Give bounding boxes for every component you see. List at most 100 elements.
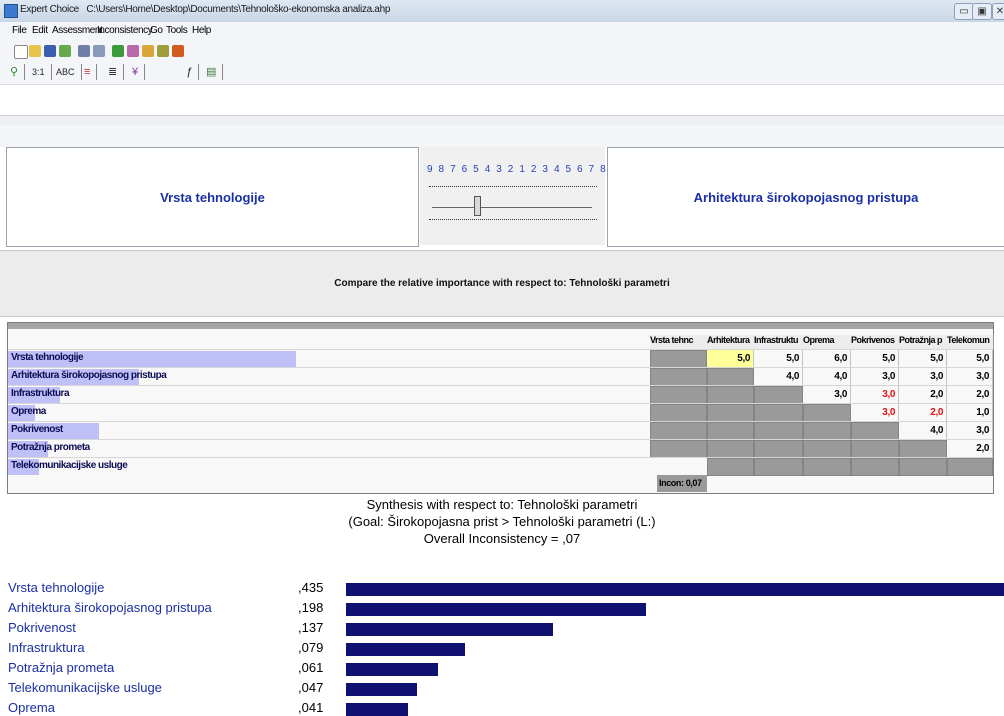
matrix-cell[interactable]: 2,0 — [947, 386, 993, 404]
matrix-cell[interactable] — [803, 458, 851, 476]
new-file-icon[interactable] — [14, 45, 28, 59]
matrix-column-header[interactable]: Oprema — [803, 335, 852, 350]
preview-icon[interactable] — [93, 45, 105, 57]
matrix-cell[interactable] — [650, 404, 707, 422]
matrix-cell[interactable]: 5,0 — [851, 350, 899, 368]
menu-go[interactable]: Go — [150, 25, 163, 36]
matrix-cell[interactable]: 3,0 — [803, 386, 851, 404]
tab-graphical-icon[interactable]: ≡ — [82, 64, 98, 80]
matrix-row[interactable]: Potražnja prometa 2,0 — [8, 439, 993, 458]
matrix-cell[interactable]: 3,0 — [851, 404, 899, 422]
open-folder-icon[interactable] — [29, 45, 41, 57]
matrix-cell[interactable]: 3,0 — [899, 368, 947, 386]
matrix-cell[interactable] — [650, 350, 707, 368]
matrix-cell[interactable] — [650, 386, 707, 404]
matrix-cell[interactable] — [650, 440, 707, 458]
menu-bar: File Edit Assessment Inconsistency Go To… — [0, 22, 1004, 42]
matrix-column-header[interactable]: Vrsta tehnc — [650, 335, 708, 350]
close-button[interactable]: ✕ — [992, 3, 1004, 20]
menu-assessment[interactable]: Assessment — [52, 25, 103, 36]
matrix-cell[interactable]: 4,0 — [803, 368, 851, 386]
matrix-cell[interactable] — [754, 422, 803, 440]
matrix-cell[interactable] — [754, 440, 803, 458]
matrix-cell[interactable]: 4,0 — [754, 368, 803, 386]
matrix-row[interactable]: Oprema 3,0 2,0 1,0 — [8, 403, 993, 422]
matrix-cell[interactable]: 3,0 — [947, 368, 993, 386]
menu-file[interactable]: File — [12, 25, 27, 36]
person-icon[interactable] — [157, 45, 169, 57]
matrix-cell[interactable] — [707, 458, 754, 476]
menu-tools[interactable]: Tools — [166, 25, 188, 36]
matrix-cell[interactable]: 5,0 — [899, 350, 947, 368]
matrix-cell[interactable] — [754, 404, 803, 422]
menu-inconsistency[interactable]: Inconsistency — [97, 25, 153, 36]
matrix-cell[interactable] — [803, 404, 851, 422]
arrow-icon[interactable] — [172, 45, 184, 57]
menu-help[interactable]: Help — [192, 25, 211, 36]
menu-edit[interactable]: Edit — [32, 25, 48, 36]
matrix-cell[interactable] — [650, 368, 707, 386]
check-icon[interactable] — [59, 45, 71, 57]
matrix-cell[interactable] — [899, 440, 947, 458]
matrix-row[interactable]: Vrsta tehnologije 5,0 5,0 6,0 5,0 5,0 5,0 — [8, 349, 993, 368]
tab-formula-icon[interactable]: ƒ — [184, 64, 200, 80]
matrix-cell[interactable] — [707, 440, 754, 458]
matrix-row-label: Potražnja prometa — [11, 442, 90, 453]
matrix-cell[interactable]: 3,0 — [947, 422, 993, 440]
scale-ticks — [429, 186, 597, 187]
matrix-cell[interactable]: 2,0 — [899, 386, 947, 404]
matrix-cell[interactable] — [707, 368, 754, 386]
matrix-column-header[interactable]: Infrastruktu — [754, 335, 804, 350]
matrix-row[interactable]: Telekomunikacijske usluge — [8, 457, 993, 476]
matrix-cell[interactable]: 3,0 — [851, 386, 899, 404]
matrix-cell[interactable] — [947, 458, 993, 476]
result-value: ,198 — [298, 600, 324, 615]
matrix-column-header[interactable]: Arhitektura — [707, 335, 755, 350]
save-icon[interactable] — [44, 45, 56, 57]
matrix-row[interactable]: Infrastruktura 3,0 3,0 2,0 2,0 — [8, 385, 993, 404]
tab-funnel-icon[interactable]: ¥ — [130, 64, 146, 80]
slider-thumb[interactable] — [474, 196, 481, 216]
matrix-cell[interactable]: 3,0 — [851, 368, 899, 386]
chart-icon[interactable] — [127, 45, 139, 57]
matrix-cell[interactable] — [803, 440, 851, 458]
matrix-cell[interactable]: 4,0 — [899, 422, 947, 440]
tab-list-icon[interactable]: ≣ — [106, 64, 125, 80]
matrix-cell[interactable]: 5,0 — [947, 350, 993, 368]
matrix-cell[interactable] — [707, 404, 754, 422]
matrix-cell[interactable] — [754, 458, 803, 476]
result-label: Potražnja prometa — [8, 660, 115, 675]
matrix-cell[interactable]: 1,0 — [947, 404, 993, 422]
matrix-cell[interactable] — [754, 386, 803, 404]
matrix-column-header[interactable]: Pokrivenos — [851, 335, 900, 350]
tab-table-icon[interactable]: ▤ — [204, 64, 224, 80]
result-bar — [346, 583, 1004, 596]
matrix-cell[interactable]: 5,0 — [754, 350, 803, 368]
matrix-cell[interactable] — [803, 422, 851, 440]
matrix-cell[interactable] — [707, 386, 754, 404]
matrix-cell[interactable] — [899, 458, 947, 476]
gear-icon[interactable] — [142, 45, 154, 57]
matrix-row[interactable]: Arhitektura širokopojasnog pristupa 4,0 4,… — [8, 367, 993, 386]
matrix-cell[interactable]: 6,0 — [803, 350, 851, 368]
matrix-column-header[interactable]: Telekomun — [947, 335, 994, 350]
tab-verbal[interactable]: ABC — [54, 64, 82, 80]
matrix-cell[interactable]: 2,0 — [899, 404, 947, 422]
green-bar-icon[interactable] — [112, 45, 124, 57]
minimize-button[interactable]: ▭ — [954, 3, 974, 20]
matrix-cell[interactable]: 2,0 — [947, 440, 993, 458]
matrix-row[interactable]: Pokrivenost 4,0 3,0 — [8, 421, 993, 440]
matrix-cell[interactable] — [650, 422, 707, 440]
result-bar — [346, 623, 553, 636]
matrix-cell[interactable]: 5,0 — [707, 350, 754, 368]
matrix-cell[interactable] — [851, 440, 899, 458]
matrix-cell[interactable] — [851, 422, 899, 440]
tab-tree-icon[interactable]: ⚲ — [8, 64, 26, 80]
matrix-cell[interactable] — [707, 422, 754, 440]
tab-numerical[interactable]: 3:1 — [30, 64, 52, 80]
print-icon[interactable] — [78, 45, 90, 57]
matrix-row-label: Telekomunikacijske usluge — [11, 460, 128, 471]
maximize-button[interactable]: ▣ — [972, 3, 992, 20]
matrix-column-header[interactable]: Potražnja p — [899, 335, 948, 350]
matrix-cell[interactable] — [851, 458, 899, 476]
